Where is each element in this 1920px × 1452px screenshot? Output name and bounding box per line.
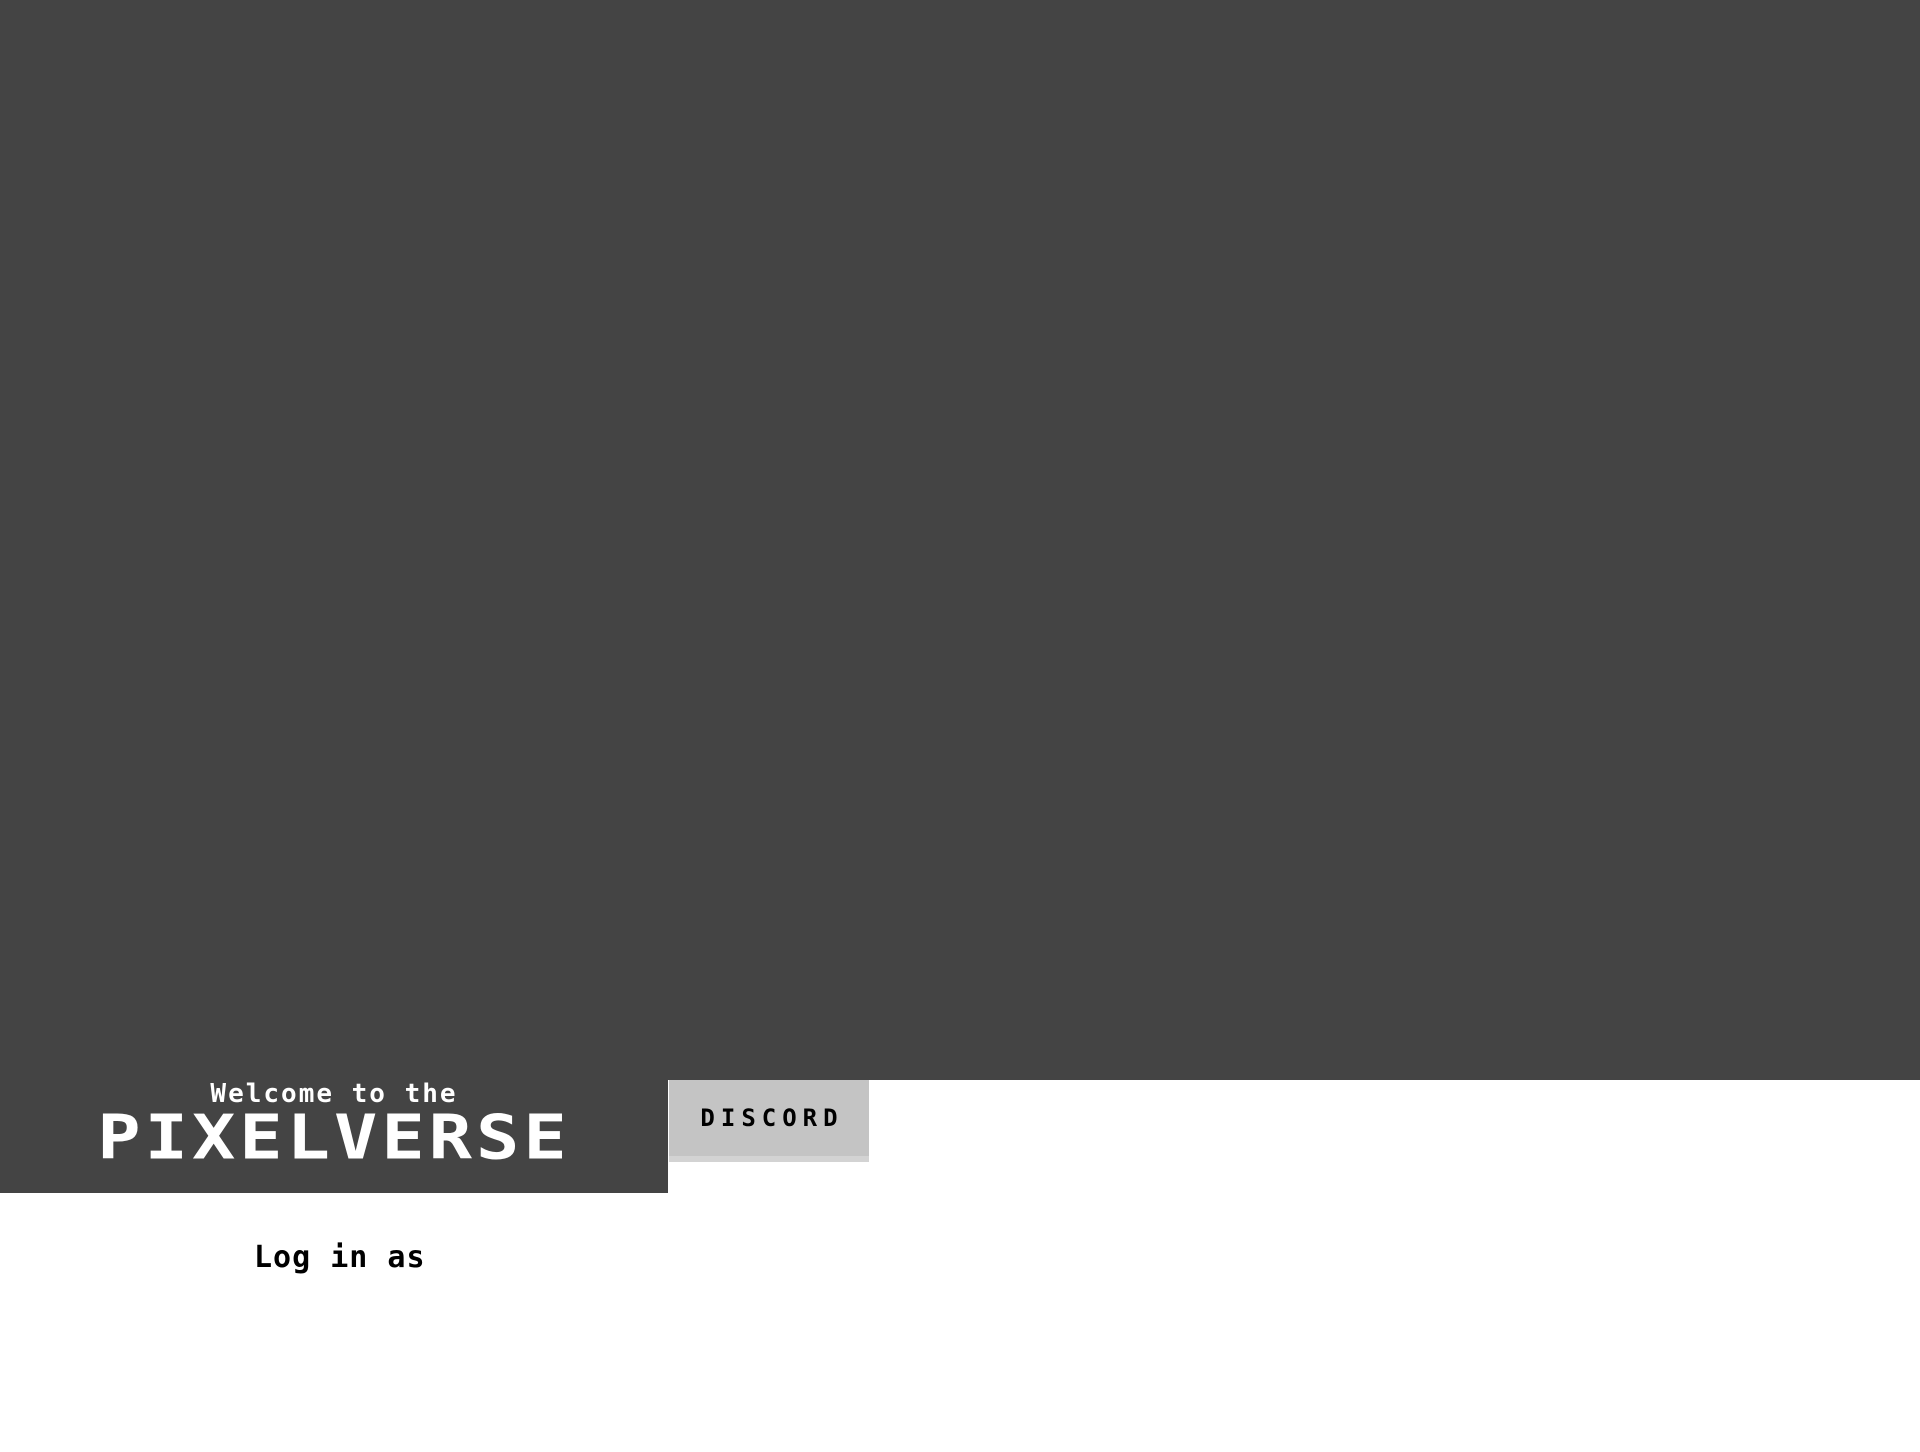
game-canvas[interactable] <box>0 0 1920 1080</box>
login-label: Log in as <box>254 1240 426 1275</box>
discord-button-label: DISCORD <box>700 1104 844 1132</box>
discord-button[interactable]: DISCORD <box>669 1080 869 1162</box>
banner-logo-text: PIXELVERSE <box>97 1101 571 1173</box>
pixelverse-banner: Welcome to the PIXELVERSE <box>0 1080 668 1193</box>
